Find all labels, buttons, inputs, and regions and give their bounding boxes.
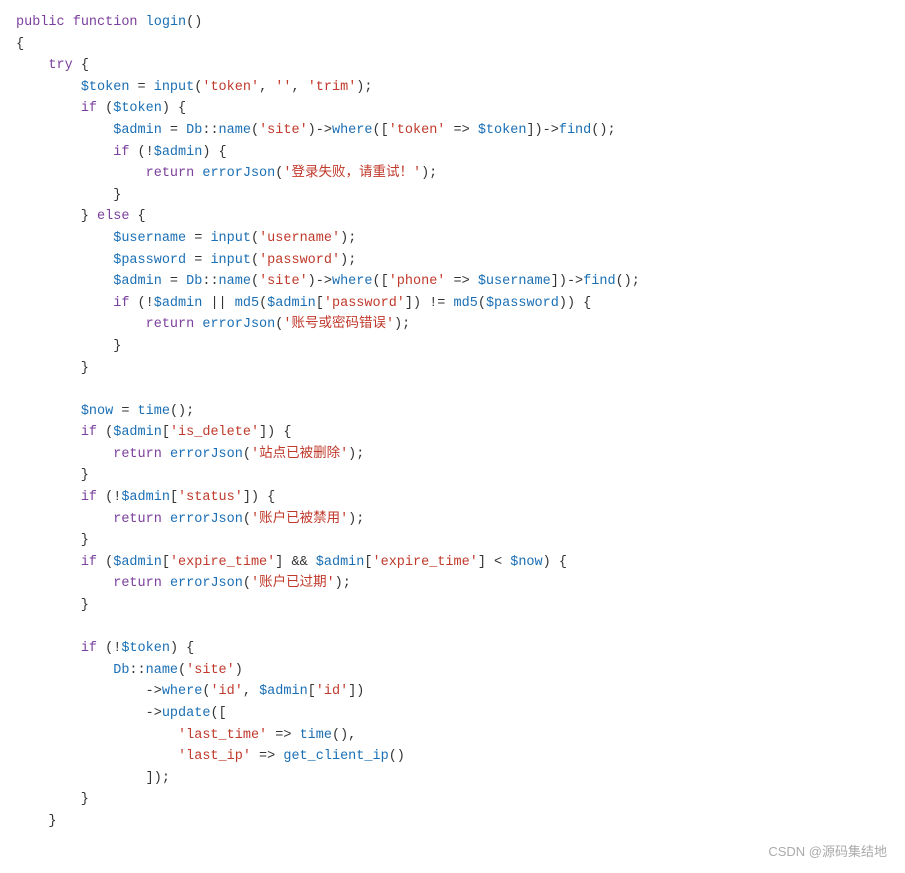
- code-line: return errorJson('站点已被删除');: [16, 444, 889, 466]
- code-line: }: [16, 465, 889, 487]
- code-line: $admin = Db::name('site')->where(['phone…: [16, 271, 889, 293]
- code-line: }: [16, 336, 889, 358]
- code-line: }: [16, 530, 889, 552]
- code-line: }: [16, 358, 889, 380]
- code-line: }: [16, 811, 889, 833]
- code-line: ->where('id', $admin['id']): [16, 681, 889, 703]
- code-line: public function login(): [16, 12, 889, 34]
- code-line: ]);: [16, 768, 889, 790]
- code-line: if ($admin['is_delete']) {: [16, 422, 889, 444]
- code-line: if (!$admin || md5($admin['password']) !…: [16, 293, 889, 315]
- code-line: if (!$admin['status']) {: [16, 487, 889, 509]
- code-line: [16, 617, 889, 639]
- code-line: } else {: [16, 206, 889, 228]
- code-line: if (!$admin) {: [16, 142, 889, 164]
- code-line: return errorJson('账户已过期');: [16, 573, 889, 595]
- code-line: return errorJson('账号或密码错误');: [16, 314, 889, 336]
- code-line: 'last_time' => time(),: [16, 725, 889, 747]
- code-line: return errorJson('登录失败，请重试！');: [16, 163, 889, 185]
- code-line: $username = input('username');: [16, 228, 889, 250]
- code-line: }: [16, 789, 889, 811]
- code-line: {: [16, 34, 889, 56]
- code-block: public function login() { try { $token =…: [16, 12, 889, 833]
- code-line: if (!$token) {: [16, 638, 889, 660]
- code-line: Db::name('site'): [16, 660, 889, 682]
- code-container: public function login() { try { $token =…: [0, 0, 905, 873]
- code-line: $now = time();: [16, 401, 889, 423]
- code-line: $password = input('password');: [16, 250, 889, 272]
- code-line: try {: [16, 55, 889, 77]
- watermark: CSDN @源码集结地: [768, 842, 887, 863]
- code-line: }: [16, 185, 889, 207]
- code-line: ->update([: [16, 703, 889, 725]
- code-line: $admin = Db::name('site')->where(['token…: [16, 120, 889, 142]
- code-line: $token = input('token', '', 'trim');: [16, 77, 889, 99]
- code-line: if ($admin['expire_time'] && $admin['exp…: [16, 552, 889, 574]
- code-line: if ($token) {: [16, 98, 889, 120]
- code-line: return errorJson('账户已被禁用');: [16, 509, 889, 531]
- code-line: 'last_ip' => get_client_ip(): [16, 746, 889, 768]
- code-line: }: [16, 595, 889, 617]
- code-line: [16, 379, 889, 401]
